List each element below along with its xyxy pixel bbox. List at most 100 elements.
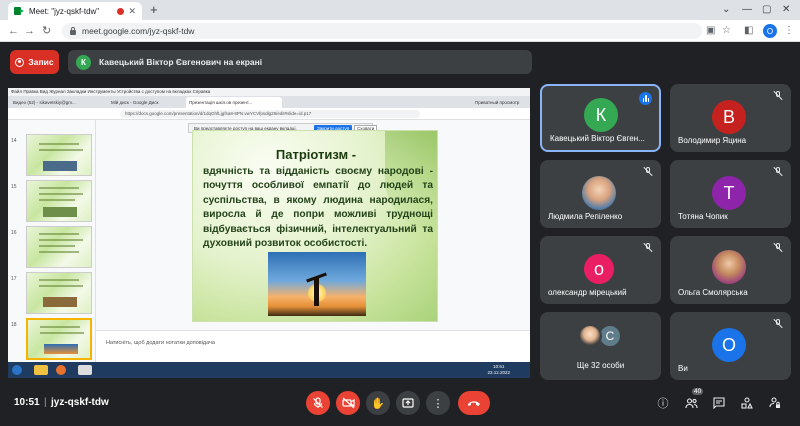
thumb-line <box>39 149 83 151</box>
minimize-button[interactable]: — <box>742 2 752 18</box>
mic-off-icon <box>313 397 323 408</box>
thumb-line <box>40 332 84 334</box>
mic-off-icon <box>773 167 783 177</box>
slide-title: Патріотизм - <box>275 147 357 162</box>
slide-thumbnail <box>26 134 92 176</box>
firefox-icon <box>56 365 66 375</box>
activities-icon[interactable] <box>740 396 754 410</box>
audio-bar <box>647 98 649 102</box>
windows-taskbar: 10:51 23.12.2022 <box>8 362 530 378</box>
participant-tile[interactable]: Т Тотяна Чопик <box>670 160 791 228</box>
side-panel-icon[interactable]: ◧ <box>744 24 753 38</box>
slide-thumbnail <box>26 272 92 314</box>
participant-avatar: К <box>584 98 618 132</box>
shared-tab-active: Презентація шкіл.ов презент... <box>186 97 282 108</box>
thumb-line <box>39 251 79 253</box>
tab-title: Meet: "jyz-qskf-tdw" <box>29 6 100 16</box>
audio-bar <box>645 95 647 102</box>
thumb-image <box>43 161 77 171</box>
lock-icon <box>70 26 76 35</box>
thumb-line <box>39 245 75 247</box>
bookmark-star-icon[interactable]: ☆ <box>722 24 731 38</box>
toggle-mic-button[interactable] <box>306 391 330 415</box>
participant-avatar: О <box>712 328 746 362</box>
thumb-line <box>39 233 79 235</box>
maximize-button[interactable]: ▢ <box>762 2 771 18</box>
thumb-line <box>39 279 79 281</box>
raise-hand-button[interactable]: ✋ <box>366 391 390 415</box>
participant-photo <box>578 324 602 348</box>
participant-tile[interactable]: Ольга Смолярська <box>670 236 791 304</box>
separator: | <box>44 397 47 408</box>
google-meet-icon <box>14 6 24 16</box>
taskbar-clock: 10:51 23.12.2022 <box>487 364 510 376</box>
slide-number: 14 <box>11 138 17 144</box>
participant-photo <box>712 250 746 284</box>
people-glyph <box>684 397 698 408</box>
url-text: meet.google.com/jyz-qskf-tdw <box>82 26 195 36</box>
thumb-image <box>43 297 77 307</box>
thumb-image <box>43 207 77 217</box>
participant-name: Володимир Яцина <box>678 136 747 145</box>
participant-tile[interactable]: В Володимир Яцина <box>670 84 791 152</box>
taskbar-date: 23.12.2022 <box>487 370 510 375</box>
reload-icon[interactable]: ↻ <box>42 24 51 38</box>
participant-avatar: Т <box>712 176 746 210</box>
participant-tile-others[interactable]: С Ще 32 особи <box>540 312 661 380</box>
window-close-button[interactable]: ✕ <box>782 2 790 18</box>
present-button[interactable] <box>396 391 420 415</box>
thumb-line <box>40 326 80 328</box>
meeting-clock: 10:51 <box>14 397 40 408</box>
participant-tile[interactable]: К Кавецький Віктор Євген... <box>540 84 661 152</box>
menu-kebab-icon[interactable]: ⋮ <box>784 24 794 38</box>
profile-avatar[interactable]: O <box>763 24 777 38</box>
mic-off-icon <box>643 167 653 177</box>
slide-number: 15 <box>11 184 17 190</box>
back-arrow-icon[interactable]: ← <box>8 24 19 38</box>
chevron-down-icon[interactable]: ⌄ <box>722 2 730 18</box>
more-options-button[interactable]: ⋮ <box>426 391 450 415</box>
tab-close-icon[interactable]: ✕ <box>128 6 136 17</box>
mic-off-icon <box>773 243 783 253</box>
speaking-indicator-icon <box>639 92 652 105</box>
hand-icon: ✋ <box>371 397 385 410</box>
participant-name: Ще 32 особи <box>576 361 625 370</box>
windows-start-icon <box>12 365 22 375</box>
chat-glyph <box>713 397 725 409</box>
shared-menubar: Файл Правка Вид Журнал Закладки Инструме… <box>8 88 530 96</box>
recording-button[interactable]: Запис <box>10 50 59 74</box>
participant-avatar: В <box>712 100 746 134</box>
leave-call-button[interactable] <box>458 391 490 415</box>
thumb-line <box>39 285 83 287</box>
activities-glyph <box>741 397 753 409</box>
participant-photo <box>582 176 616 210</box>
host-controls-icon[interactable] <box>768 396 782 410</box>
browser-tab-meet[interactable]: Meet: "jyz-qskf-tdw" ✕ <box>8 2 142 20</box>
toggle-camera-button[interactable] <box>336 391 360 415</box>
shared-tab: Видео (52) - sikavetskiy@gm... <box>13 100 76 105</box>
slide-number: 18 <box>11 322 17 328</box>
mic-off-icon <box>773 319 783 329</box>
forward-arrow-icon[interactable]: → <box>24 24 35 38</box>
slide-body: вдячність та відданість своєму народові … <box>203 166 433 250</box>
thumb-line <box>39 199 75 201</box>
participant-tile-self[interactable]: О Ви <box>670 312 791 380</box>
url-input[interactable]: meet.google.com/jyz-qskf-tdw <box>62 23 702 39</box>
info-icon[interactable]: ⓘ <box>656 396 670 410</box>
shared-tab-strip: Видео (52) - sikavetskiy@gm... Мій диск … <box>8 96 530 108</box>
slide-number: 16 <box>11 230 17 236</box>
participant-tile[interactable]: о олександр мірецький <box>540 236 661 304</box>
folder-icon <box>34 365 48 375</box>
people-icon[interactable] <box>684 396 698 410</box>
chat-icon[interactable] <box>712 396 726 410</box>
participant-tile[interactable]: Людмила Репіленко <box>540 160 661 228</box>
thumb-image <box>44 344 78 354</box>
thumb-line <box>39 143 79 145</box>
participant-name: олександр мірецький <box>548 288 627 297</box>
camera-icon[interactable]: ▣ <box>706 24 715 38</box>
thumb-line <box>39 239 83 241</box>
app-icon <box>78 365 92 375</box>
mic-off-icon <box>643 243 653 253</box>
more-vert-icon: ⋮ <box>432 397 444 410</box>
new-tab-button[interactable]: + <box>150 2 158 18</box>
